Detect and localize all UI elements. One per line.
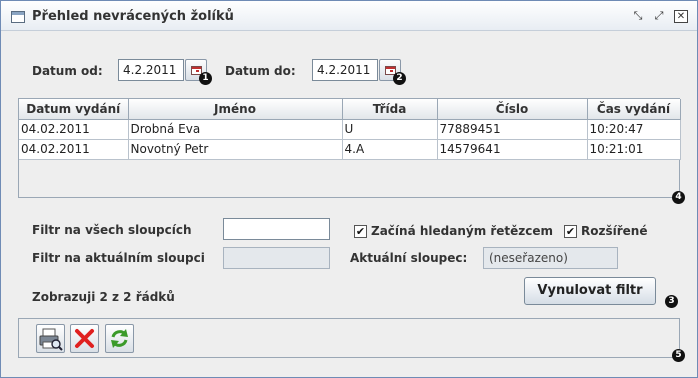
close-icon[interactable]: ✕: [674, 10, 688, 23]
filter-current-column-label: Filtr na aktuálním sloupci: [32, 251, 205, 265]
column-header-cas-vydani[interactable]: Čas vydání: [587, 99, 681, 120]
filter-current-column-input[interactable]: [223, 247, 330, 269]
current-column-label: Aktuální sloupec:: [350, 251, 468, 265]
refresh-icon: [111, 329, 128, 348]
badge-2: 2: [393, 72, 406, 85]
badge-3: 3: [665, 295, 678, 308]
table-cell: Drobná Eva: [128, 119, 343, 140]
reset-filter-button[interactable]: Vynulovat filtr: [524, 277, 656, 305]
badge-4: 4: [672, 191, 685, 204]
starts-with-label[interactable]: Začíná hledaným řetězcem: [371, 224, 553, 238]
bottom-toolbar: [18, 318, 680, 358]
column-header-jmeno[interactable]: Jméno: [128, 99, 343, 120]
extended-checkbox[interactable]: ✔: [564, 225, 577, 238]
date-from-label: Datum od:: [32, 64, 103, 78]
column-header-cislo[interactable]: Číslo: [437, 99, 588, 120]
date-to-field[interactable]: 4.2.2011: [312, 59, 378, 81]
table-header-row: Datum vydání Jméno Třída Číslo Čas vydán…: [19, 99, 681, 120]
window-icon: [11, 11, 25, 23]
column-header-datum-vydani[interactable]: Datum vydání: [19, 99, 129, 120]
refresh-button[interactable]: [105, 324, 134, 353]
table-cell: 04.02.2011: [19, 119, 129, 140]
extended-label[interactable]: Rozšířené: [581, 224, 647, 238]
filter-all-columns-input[interactable]: [223, 218, 330, 240]
table-cell: 10:20:47: [587, 119, 681, 140]
current-column-value: (neseřazeno): [483, 247, 618, 269]
column-header-trida[interactable]: Třída: [342, 99, 438, 120]
table-cell: Novotný Petr: [128, 139, 343, 160]
date-to-label: Datum do:: [225, 64, 296, 78]
title-bar[interactable]: Přehled nevrácených žolíků ⤡ ⤢ ✕: [1, 1, 697, 31]
app-window: Přehled nevrácených žolíků ⤡ ⤢ ✕ Datum o…: [0, 0, 698, 378]
table-cell: U: [342, 119, 438, 140]
restore-icon[interactable]: ⤡: [631, 10, 645, 23]
badge-5: 5: [672, 349, 685, 362]
print-preview-icon: [39, 328, 63, 351]
print-preview-button[interactable]: [36, 324, 65, 353]
table-cell: 10:21:01: [587, 139, 681, 160]
data-table[interactable]: Datum vydání Jméno Třída Číslo Čas vydán…: [18, 98, 681, 198]
delete-icon: [75, 329, 94, 348]
delete-button[interactable]: [70, 324, 99, 353]
date-from-field[interactable]: 4.2.2011: [118, 59, 184, 81]
table-cell: 4.A: [342, 139, 438, 160]
table-cell: 14579641: [437, 139, 588, 160]
maximize-icon[interactable]: ⤢: [652, 10, 666, 23]
table-cell: 04.02.2011: [19, 139, 129, 160]
rows-info: Zobrazuji 2 z 2 řádků: [32, 290, 175, 304]
badge-1: 1: [199, 72, 212, 85]
table-row[interactable]: 04.02.2011 Drobná Eva U 77889451 10:20:4…: [19, 119, 681, 140]
filter-all-columns-label: Filtr na všech sloupcích: [32, 223, 192, 237]
table-row[interactable]: 04.02.2011 Novotný Petr 4.A 14579641 10:…: [19, 139, 681, 160]
window-title: Přehled nevrácených žolíků: [32, 9, 234, 24]
starts-with-checkbox[interactable]: ✔: [354, 225, 367, 238]
table-cell: 77889451: [437, 119, 588, 140]
